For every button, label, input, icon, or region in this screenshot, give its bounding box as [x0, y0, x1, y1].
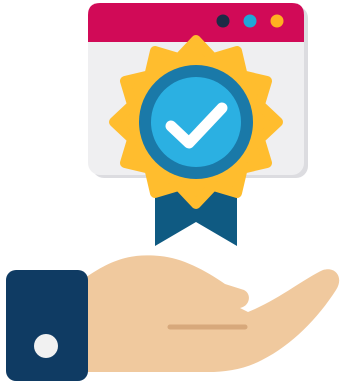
cuff-button	[34, 334, 58, 358]
minimize-dot-icon	[243, 14, 257, 28]
maximize-dot-icon	[270, 14, 284, 28]
badge-inner-circle	[151, 77, 241, 167]
close-dot-icon	[216, 14, 230, 28]
open-hand-icon	[6, 255, 340, 381]
illustration-canvas	[0, 0, 343, 381]
verified-badge-on-hand-icon	[6, 3, 340, 381]
sleeve-cuff	[6, 270, 88, 381]
hand-palm	[82, 255, 340, 372]
